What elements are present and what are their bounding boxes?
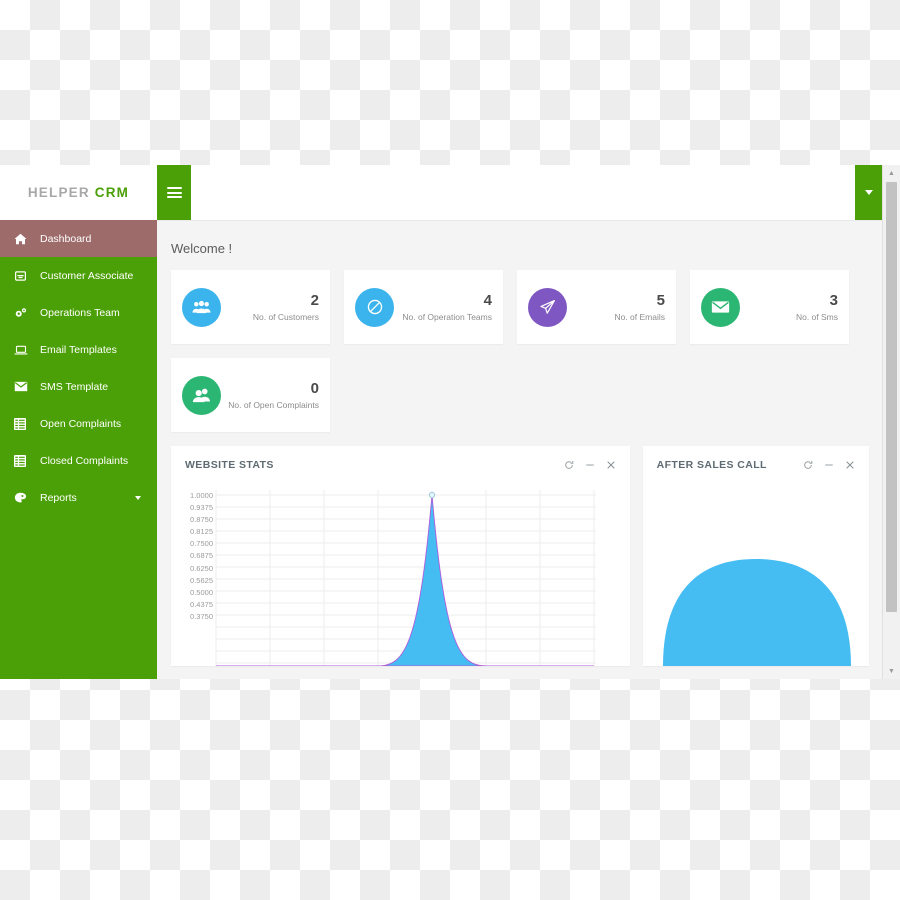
user-group-icon xyxy=(182,375,221,415)
stat-label: No. of Open Complaints xyxy=(228,399,319,410)
y-tick: 1.0000 xyxy=(190,491,213,500)
caret-down-icon xyxy=(864,190,873,195)
stat-cards-row-1: 2 No. of Customers 4 No. of Operation Te… xyxy=(157,256,883,344)
palette-icon xyxy=(14,491,36,505)
panel-header: AFTER SALES CALL xyxy=(643,446,869,484)
website-stats-chart: 1.0000 0.9375 0.8750 0.8125 0.7500 0.687… xyxy=(171,484,630,666)
y-tick: 0.6875 xyxy=(190,551,213,561)
refresh-icon[interactable] xyxy=(803,460,813,470)
scroll-up-arrow[interactable]: ▲ xyxy=(883,165,900,181)
sidebar-item-sms-template[interactable]: SMS Template xyxy=(0,368,157,405)
chart-plot xyxy=(215,490,596,666)
sidebar-item-label: Reports xyxy=(40,491,77,504)
panel-tools xyxy=(564,460,616,470)
y-tick: 0.4375 xyxy=(190,599,213,609)
panel-title: WEBSITE STATS xyxy=(185,459,274,471)
stat-label: No. of Sms xyxy=(795,311,838,322)
sidebar-item-label: Email Templates xyxy=(40,343,117,356)
inbox-icon xyxy=(14,269,36,283)
y-tick: 0.5000 xyxy=(190,587,213,597)
y-tick: 0.9375 xyxy=(190,503,213,513)
gears-icon xyxy=(14,306,36,320)
stat-value: 0 xyxy=(310,379,319,397)
y-tick: 0.3750 xyxy=(190,611,213,621)
stat-card-open-complaints[interactable]: 0 No. of Open Complaints xyxy=(171,358,330,432)
chevron-down-icon xyxy=(135,495,141,500)
list-icon xyxy=(14,417,36,431)
stat-value: 3 xyxy=(829,291,838,309)
scroll-down-arrow[interactable]: ▼ xyxy=(883,663,900,679)
user-dropdown-button[interactable] xyxy=(855,165,882,220)
panel-tools xyxy=(803,460,855,470)
brand-name-accent: CRM xyxy=(94,185,130,200)
brand-logo[interactable]: HELPER CRM xyxy=(0,165,157,220)
stat-card-customers[interactable]: 2 No. of Customers xyxy=(171,270,330,344)
scrollbar-thumb[interactable] xyxy=(886,182,897,612)
sidebar-item-operations-team[interactable]: Operations Team xyxy=(0,294,157,331)
sidebar-item-label: SMS Template xyxy=(40,380,109,393)
sidebar-item-label: Open Complaints xyxy=(40,417,122,430)
home-icon xyxy=(14,232,36,246)
minimize-icon[interactable] xyxy=(585,460,595,470)
y-tick: 0.7500 xyxy=(190,539,213,549)
panel-after-sales-call: AFTER SALES CALL xyxy=(642,446,869,666)
stat-card-emails[interactable]: 5 No. of Emails xyxy=(517,270,676,344)
stat-card-sms[interactable]: 3 No. of Sms xyxy=(690,270,849,344)
laptop-icon xyxy=(14,343,36,357)
compass-icon xyxy=(355,287,394,327)
list-icon xyxy=(14,454,36,468)
stat-label: No. of Operation Teams xyxy=(402,311,492,322)
close-icon[interactable] xyxy=(845,460,855,470)
users-icon xyxy=(182,287,221,327)
stat-cards-row-2: 0 No. of Open Complaints xyxy=(157,344,883,432)
sidebar-item-customer-associate[interactable]: Customer Associate xyxy=(0,257,157,294)
close-icon[interactable] xyxy=(606,460,616,470)
minimize-icon[interactable] xyxy=(824,460,834,470)
stat-value: 2 xyxy=(310,291,319,309)
welcome-heading: Welcome ! xyxy=(171,241,233,256)
stat-label: No. of Emails xyxy=(614,311,665,322)
sidebar-nav: Dashboard Customer Associate Operations … xyxy=(0,220,157,516)
chart-y-axis-labels: 1.0000 0.9375 0.8750 0.8125 0.7500 0.687… xyxy=(179,490,213,623)
sidebar-item-label: Operations Team xyxy=(40,306,120,319)
y-tick: 0.8750 xyxy=(190,515,213,525)
crm-app-window: HELPER CRM Dashboard Customer Associate xyxy=(0,165,900,679)
sidebar-item-reports[interactable]: Reports xyxy=(0,479,157,516)
hamburger-icon xyxy=(166,184,182,200)
envelope-icon xyxy=(701,287,740,327)
sidebar-item-dashboard[interactable]: Dashboard xyxy=(0,220,157,257)
sidebar-item-label: Closed Complaints xyxy=(40,454,129,467)
stat-label: No. of Customers xyxy=(252,311,319,322)
after-sales-call-chart xyxy=(643,484,869,666)
chart-plot xyxy=(662,559,851,666)
y-tick: 0.5625 xyxy=(190,575,213,585)
sidebar-item-label: Customer Associate xyxy=(40,269,134,282)
envelope-icon xyxy=(14,380,36,394)
brand-name-primary: HELPER xyxy=(27,185,90,200)
main-content: Welcome ! 2 No. of Customers 4 No. of Op… xyxy=(157,221,883,679)
y-tick: 0.6250 xyxy=(190,563,213,573)
sidebar: HELPER CRM Dashboard Customer Associate xyxy=(0,165,157,679)
y-tick: 0.8125 xyxy=(190,527,213,537)
panel-title: AFTER SALES CALL xyxy=(656,459,767,471)
topbar xyxy=(157,165,883,221)
panels-row: WEBSITE STATS 1.0000 0.9375 0.8750 0.812… xyxy=(157,432,883,666)
vertical-scrollbar[interactable]: ▲ ▼ xyxy=(882,165,900,679)
refresh-icon[interactable] xyxy=(564,460,574,470)
paper-plane-icon xyxy=(528,287,567,327)
sidebar-item-label: Dashboard xyxy=(40,232,92,245)
menu-toggle-button[interactable] xyxy=(157,165,191,220)
stat-value: 5 xyxy=(656,291,665,309)
panel-website-stats: WEBSITE STATS 1.0000 0.9375 0.8750 0.812… xyxy=(171,446,630,666)
sidebar-item-open-complaints[interactable]: Open Complaints xyxy=(0,405,157,442)
sidebar-item-email-templates[interactable]: Email Templates xyxy=(0,331,157,368)
panel-header: WEBSITE STATS xyxy=(171,446,630,484)
stat-value: 4 xyxy=(483,291,492,309)
stat-card-operation-teams[interactable]: 4 No. of Operation Teams xyxy=(344,270,503,344)
sidebar-item-closed-complaints[interactable]: Closed Complaints xyxy=(0,442,157,479)
